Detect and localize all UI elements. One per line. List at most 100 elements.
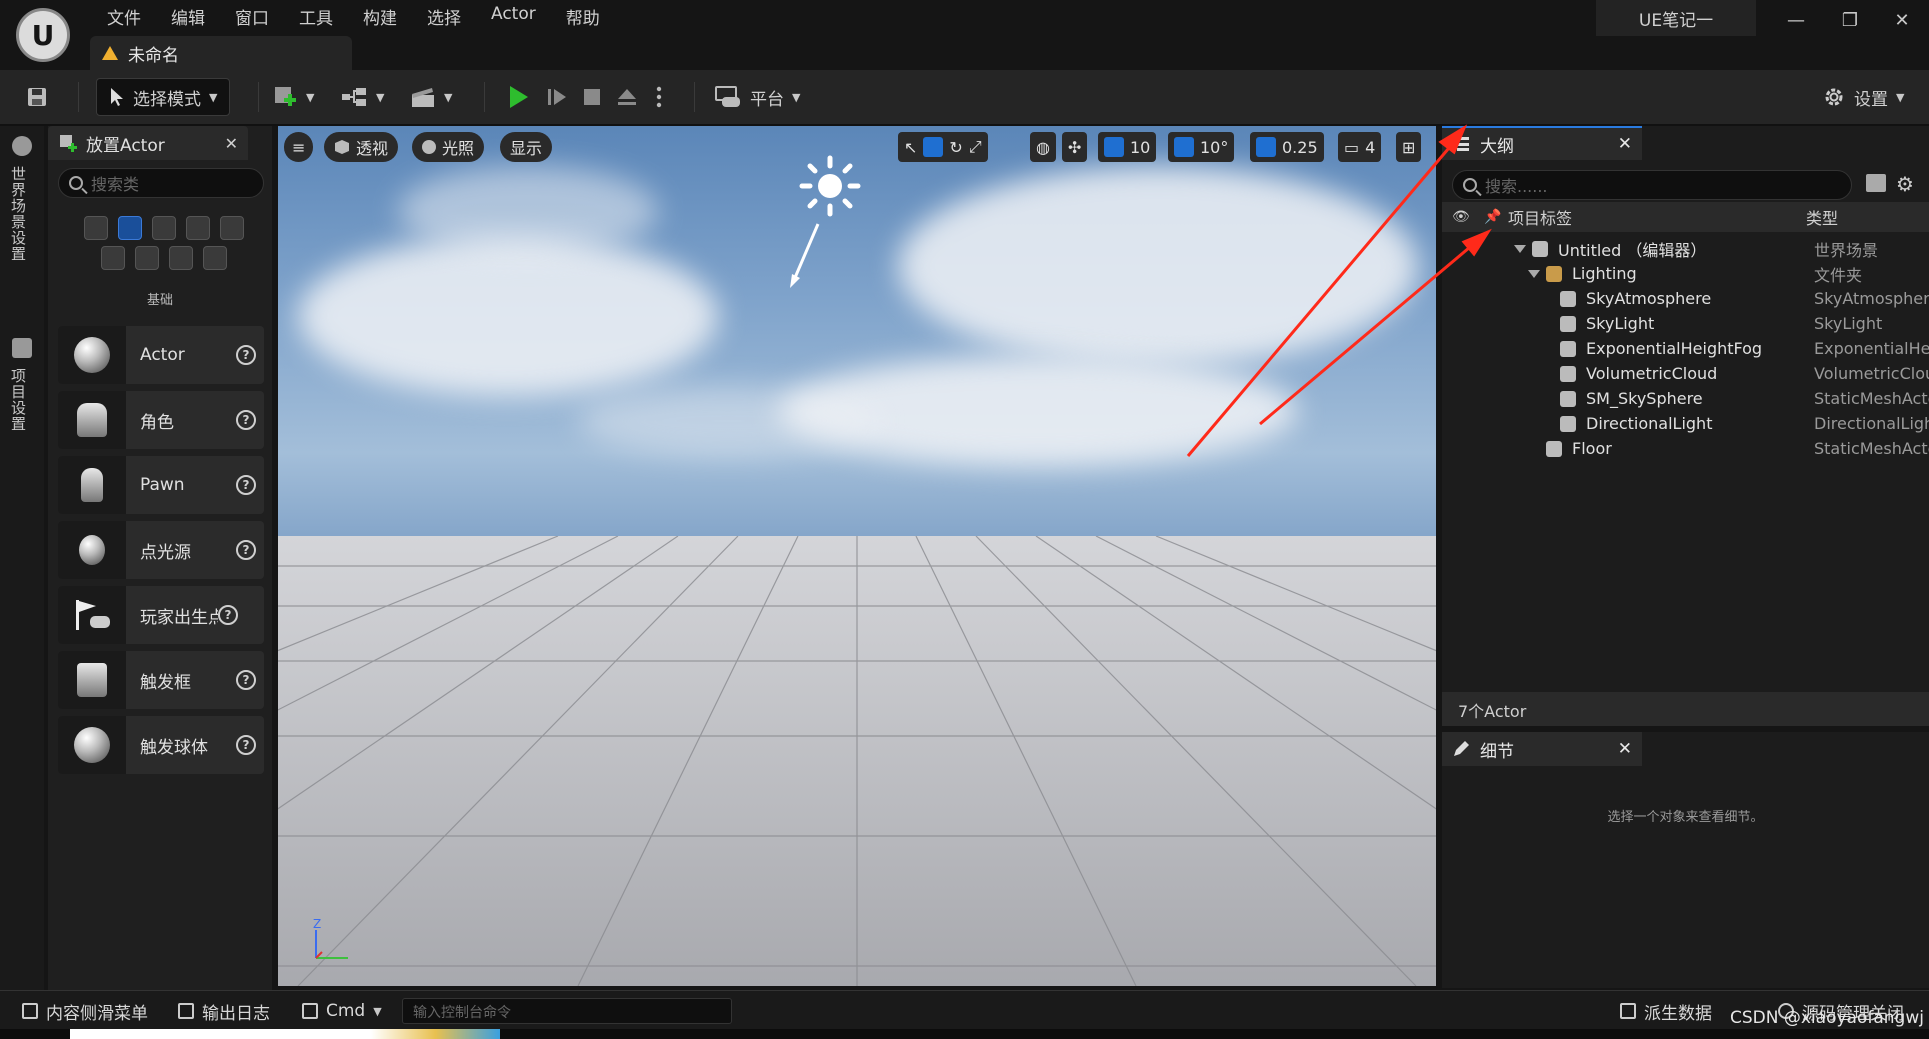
unreal-logo-icon[interactable]: U [16, 8, 70, 62]
visibility-eye-icon[interactable]: 👁 [1452, 209, 1470, 225]
lights-icon[interactable] [152, 216, 176, 240]
rotation-snap-button[interactable]: 10° [1168, 132, 1235, 162]
help-icon[interactable]: ? [236, 410, 256, 430]
derived-data-button[interactable]: 派生数据 [1620, 997, 1712, 1025]
outliner-row-volumetric-cloud[interactable]: VolumetricCloud VolumetricCloud [1442, 361, 1929, 386]
menu-build[interactable]: 构建 [348, 2, 412, 29]
actor-item-player-start[interactable]: 玩家出生点 ? [58, 586, 264, 644]
rotate-tool-icon[interactable]: ↻ [949, 138, 962, 157]
play-options-button[interactable] [656, 78, 662, 116]
level-viewport[interactable]: ≡ 透视 光照 显示 ↖ ↻ ⤢ ◍ ✣ 10 10° 0.25 ▭ 4 ⊞ Z [278, 126, 1436, 986]
viewport-options-button[interactable]: ≡ [284, 132, 314, 162]
console-command-input[interactable]: 输入控制台命令 [402, 998, 732, 1024]
menu-select[interactable]: 选择 [412, 2, 476, 29]
outliner-row-directional-light[interactable]: DirectionalLight DirectionalLight [1442, 411, 1929, 436]
help-icon[interactable]: ? [236, 345, 256, 365]
outliner-row-floor[interactable]: Floor StaticMeshActor [1442, 436, 1929, 461]
column-item-label[interactable]: 项目标签 [1508, 205, 1572, 229]
menu-window[interactable]: 窗口 [220, 2, 284, 29]
cinematic-icon[interactable] [220, 216, 244, 240]
close-icon[interactable]: ✕ [1618, 739, 1632, 759]
level-tab[interactable]: 未命名 [90, 36, 352, 70]
scale-snap-button[interactable]: 0.25 [1250, 132, 1324, 162]
outliner-row-sky-sphere[interactable]: SM_SkySphere StaticMeshActor [1442, 386, 1929, 411]
camera-speed-button[interactable]: ▭ 4 [1338, 132, 1382, 162]
restore-button[interactable]: ❐ [1832, 6, 1868, 34]
light-bulb-icon [79, 535, 105, 565]
menu-file[interactable]: 文件 [92, 2, 156, 29]
perspective-button[interactable]: 透视 [324, 132, 399, 162]
directional-light-icon[interactable] [798, 154, 868, 224]
surface-snap-button[interactable]: ✣ [1062, 132, 1088, 162]
search-placeholder: 搜索类 [91, 175, 140, 194]
actor-item-character[interactable]: 角色 ? [58, 391, 264, 449]
recent-icon[interactable] [84, 216, 108, 240]
floor-grid [278, 536, 1436, 986]
cmd-dropdown[interactable]: Cmd ▼ [302, 997, 382, 1025]
help-icon[interactable]: ? [236, 670, 256, 690]
stop-button[interactable] [584, 78, 600, 116]
help-icon[interactable]: ? [218, 605, 238, 625]
add-actor-button[interactable]: ▼ [272, 78, 314, 116]
step-button[interactable] [546, 78, 568, 116]
column-type[interactable]: 类型 [1806, 205, 1838, 229]
outliner-row-height-fog[interactable]: ExponentialHeightFog ExponentialHeightFo… [1442, 336, 1929, 361]
menu-actor[interactable]: Actor [476, 2, 551, 28]
tab-world-settings[interactable]: 世界场景设置 [8, 166, 29, 262]
select-tool-icon[interactable]: ↖ [904, 138, 917, 157]
mode-select-dropdown[interactable]: 选择模式 ▼ [96, 78, 231, 116]
platform-dropdown[interactable]: 平台 ▼ [714, 78, 800, 116]
actor-item-trigger-box[interactable]: 触发框 ? [58, 651, 264, 709]
place-actors-tab[interactable]: 放置Actor ✕ [48, 126, 248, 160]
settings-dropdown[interactable]: 设置 ▼ [1822, 78, 1904, 116]
tab-project-settings[interactable]: 项目设置 [8, 368, 29, 432]
actor-item-trigger-sphere[interactable]: 触发球体 ? [58, 716, 264, 774]
viewport-layout-button[interactable]: ⊞ [1396, 132, 1422, 162]
eject-button[interactable] [616, 78, 638, 116]
pin-icon[interactable]: 📌 [1484, 209, 1501, 225]
geometry-icon[interactable] [135, 246, 159, 270]
close-icon[interactable]: ✕ [225, 134, 238, 153]
all-classes-icon[interactable] [203, 246, 227, 270]
lit-button[interactable]: 光照 [412, 132, 485, 162]
place-actors-search-input[interactable]: 搜索类 [58, 168, 264, 198]
move-tool-icon[interactable] [923, 137, 944, 157]
output-log-button[interactable]: 输出日志 [178, 997, 270, 1025]
shapes-icon[interactable] [186, 216, 210, 240]
play-button[interactable] [510, 78, 528, 116]
world-local-button[interactable]: ◍ [1030, 132, 1056, 162]
add-folder-icon[interactable] [1866, 174, 1886, 192]
volumes-icon[interactable] [169, 246, 193, 270]
blueprint-button[interactable]: ▼ [340, 78, 384, 116]
outliner-row-sky-light[interactable]: SkyLight SkyLight [1442, 311, 1929, 336]
menu-tools[interactable]: 工具 [284, 2, 348, 29]
scale-tool-icon[interactable]: ⤢ [969, 137, 982, 157]
actor-item-pawn[interactable]: Pawn ? [58, 456, 264, 514]
outliner-search-input[interactable]: 搜索...... [1452, 170, 1852, 200]
menu-edit[interactable]: 编辑 [156, 2, 220, 29]
cinematics-button[interactable]: ▼ [410, 78, 452, 116]
help-icon[interactable]: ? [236, 540, 256, 560]
outliner-row-sky-atmosphere[interactable]: SkyAtmosphere SkyAtmosphere [1442, 286, 1929, 311]
actor-item-point-light[interactable]: 点光源 ? [58, 521, 264, 579]
sky-light-icon [1560, 315, 1576, 332]
close-icon[interactable]: ✕ [1618, 134, 1632, 154]
help-icon[interactable]: ? [236, 475, 256, 495]
actor-item-actor[interactable]: Actor ? [58, 326, 264, 384]
outliner-tab[interactable]: 大纲 ✕ [1442, 126, 1642, 160]
save-button[interactable] [26, 78, 48, 116]
content-drawer-button[interactable]: 内容侧滑菜单 [22, 997, 148, 1025]
project-settings-icon [12, 338, 32, 358]
outliner-row-world[interactable]: Untitled （编辑器） 世界场景 [1442, 236, 1929, 261]
gear-icon[interactable]: ⚙ [1896, 172, 1914, 196]
minimize-button[interactable]: — [1778, 6, 1814, 34]
outliner-row-lighting-folder[interactable]: Lighting 文件夹 [1442, 261, 1929, 286]
basic-icon[interactable] [118, 216, 142, 240]
show-button[interactable]: 显示 [500, 132, 553, 162]
help-icon[interactable]: ? [236, 735, 256, 755]
grid-snap-button[interactable]: 10 [1098, 132, 1157, 162]
details-tab[interactable]: 细节 ✕ [1442, 732, 1642, 766]
menu-help[interactable]: 帮助 [551, 2, 615, 29]
close-window-button[interactable]: ✕ [1884, 6, 1920, 34]
visual-effects-icon[interactable] [101, 246, 125, 270]
